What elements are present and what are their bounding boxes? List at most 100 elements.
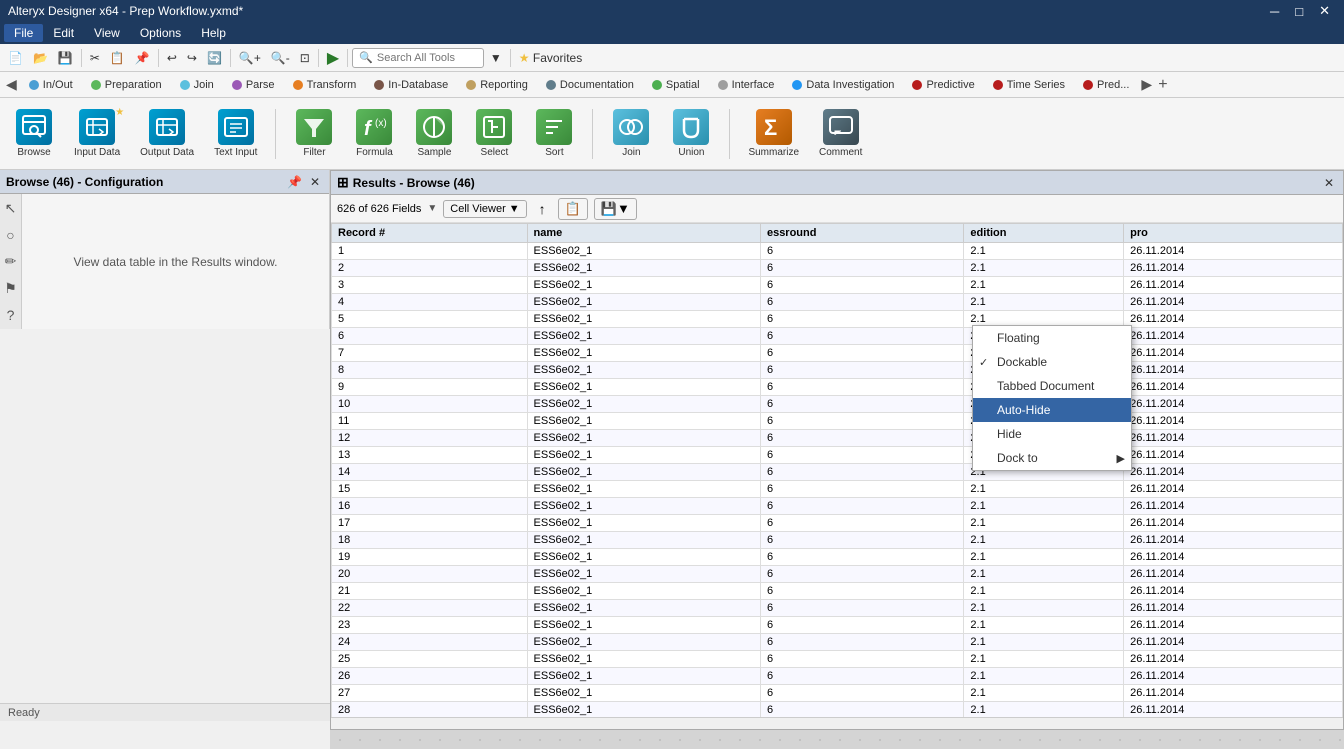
- tool-filter[interactable]: Filter: [288, 105, 340, 162]
- table-row: 14ESS6e02_162.126.11.2014: [332, 464, 1343, 481]
- cat-tab-indatabase[interactable]: In-Database: [366, 77, 456, 93]
- menu-edit[interactable]: Edit: [43, 24, 84, 42]
- open-button[interactable]: 📂: [29, 49, 52, 67]
- menu-options[interactable]: Options: [130, 24, 191, 42]
- tool-join[interactable]: Join: [605, 105, 657, 162]
- cell-r14-c0: 14: [332, 464, 528, 481]
- cat-nav-right[interactable]: ▶: [1139, 74, 1154, 95]
- tool-summarize[interactable]: Σ Summarize: [742, 105, 805, 162]
- tool-formula[interactable]: f(x) Formula: [348, 105, 400, 162]
- undo-button[interactable]: ↩: [163, 49, 181, 67]
- copy-button[interactable]: 📋: [106, 49, 129, 67]
- cell-r13-c4: 26.11.2014: [1124, 447, 1343, 464]
- save-results-button[interactable]: 💾▼: [594, 198, 637, 220]
- circle-icon[interactable]: ○: [4, 225, 16, 245]
- dockable-check: ✓: [979, 356, 988, 369]
- cell-r9-c4: 26.11.2014: [1124, 379, 1343, 396]
- results-close-button[interactable]: ✕: [1321, 176, 1337, 190]
- cell-r10-c0: 10: [332, 396, 528, 413]
- search-dropdown-button[interactable]: ▼: [486, 49, 506, 67]
- cat-tab-interface[interactable]: Interface: [710, 77, 783, 93]
- cat-tab-documentation[interactable]: Documentation: [538, 77, 642, 93]
- ctx-auto-hide[interactable]: Auto-Hide: [973, 398, 1131, 422]
- browse-sidebar: ↖ ○ ✏ ⚑ ?: [0, 194, 22, 329]
- cat-tab-join[interactable]: Join: [172, 77, 222, 93]
- tool-union[interactable]: Union: [665, 105, 717, 162]
- cell-viewer-button[interactable]: Cell Viewer ▼: [443, 200, 526, 218]
- results-header-controls: ✕: [1321, 176, 1337, 190]
- cell-r8-c2: 6: [760, 362, 963, 379]
- cat-tab-pred[interactable]: Pred...: [1075, 77, 1137, 93]
- flag-icon[interactable]: ⚑: [2, 278, 19, 299]
- cell-r26-c1: ESS6e02_1: [527, 668, 760, 685]
- cell-r21-c2: 6: [760, 583, 963, 600]
- run-button[interactable]: ▶: [323, 46, 343, 70]
- cursor-icon[interactable]: ↖: [3, 198, 19, 219]
- pin-button[interactable]: 📌: [284, 175, 305, 189]
- cut-button[interactable]: ✂: [86, 49, 104, 67]
- paste-button[interactable]: 📌: [131, 49, 154, 67]
- tool-output-data[interactable]: Output Data: [134, 105, 200, 162]
- pencil-icon[interactable]: ✏: [3, 251, 19, 272]
- cell-r10-c4: 26.11.2014: [1124, 396, 1343, 413]
- new-button[interactable]: 📄: [4, 49, 27, 67]
- ctx-dock-to[interactable]: Dock to ▶: [973, 446, 1131, 470]
- copy-results-button[interactable]: 📋: [558, 198, 588, 220]
- search-input[interactable]: [377, 52, 477, 64]
- zoom-out-button[interactable]: 🔍-: [267, 49, 294, 67]
- favorites-button[interactable]: ★ Favorites: [515, 49, 586, 67]
- save-button[interactable]: 💾: [54, 49, 77, 67]
- menu-file[interactable]: File: [4, 24, 43, 42]
- star-icon: ★: [519, 51, 530, 65]
- cat-tab-inout[interactable]: In/Out: [21, 77, 81, 93]
- results-h-scrollbar[interactable]: [331, 717, 1343, 729]
- cat-tab-parse[interactable]: Parse: [224, 77, 283, 93]
- cell-r28-c4: 26.11.2014: [1124, 702, 1343, 718]
- tool-browse[interactable]: Browse: [8, 105, 60, 162]
- results-table-wrap[interactable]: Record # name essround edition pro 1ESS6…: [331, 223, 1343, 717]
- cell-r4-c4: 26.11.2014: [1124, 294, 1343, 311]
- restore-button[interactable]: □: [1289, 3, 1309, 19]
- cat-add-button[interactable]: +: [1156, 74, 1169, 96]
- minimize-button[interactable]: ─: [1264, 3, 1285, 19]
- close-button[interactable]: ✕: [1313, 3, 1336, 19]
- question-icon[interactable]: ?: [5, 305, 17, 325]
- cat-tab-timeseries[interactable]: Time Series: [985, 77, 1073, 93]
- cat-tab-preparation[interactable]: Preparation: [83, 77, 170, 93]
- cat-tab-spatial[interactable]: Spatial: [644, 77, 708, 93]
- ctx-tabbed-document[interactable]: Tabbed Document: [973, 374, 1131, 398]
- browse-content-area: View data table in the Results window.: [22, 194, 329, 329]
- menu-bar: File Edit View Options Help: [0, 22, 1344, 44]
- cell-r21-c0: 21: [332, 583, 528, 600]
- menu-help[interactable]: Help: [191, 24, 236, 42]
- ctx-hide[interactable]: Hide: [973, 422, 1131, 446]
- sample-icon: [416, 109, 452, 145]
- cell-r4-c1: ESS6e02_1: [527, 294, 760, 311]
- category-bar: ◀ In/Out Preparation Join Parse Transfor…: [0, 72, 1344, 98]
- cell-r17-c2: 6: [760, 515, 963, 532]
- tool-text-input[interactable]: Text Input: [208, 105, 263, 162]
- scroll-top-button[interactable]: ↑: [533, 199, 552, 219]
- cell-r1-c4: 26.11.2014: [1124, 243, 1343, 260]
- zoom-in-button[interactable]: 🔍+: [235, 49, 265, 67]
- cell-r26-c0: 26: [332, 668, 528, 685]
- close-browse-config-button[interactable]: ✕: [307, 175, 323, 189]
- cat-nav-left[interactable]: ◀: [4, 74, 19, 95]
- cat-tab-predictive[interactable]: Predictive: [904, 77, 982, 93]
- cat-tab-datainvestigation[interactable]: Data Investigation: [784, 77, 902, 93]
- title-bar: Alteryx Designer x64 - Prep Workflow.yxm…: [0, 0, 1344, 22]
- cat-tab-transform[interactable]: Transform: [285, 77, 365, 93]
- tool-sample[interactable]: Sample: [408, 105, 460, 162]
- ctx-dockable[interactable]: ✓ Dockable: [973, 350, 1131, 374]
- menu-view[interactable]: View: [84, 24, 130, 42]
- cell-r7-c0: 7: [332, 345, 528, 362]
- tool-comment[interactable]: Comment: [813, 105, 868, 162]
- tool-sort[interactable]: Sort: [528, 105, 580, 162]
- fit-button[interactable]: ⊡: [296, 49, 314, 67]
- tool-input-data[interactable]: ★ Input Data: [68, 105, 126, 162]
- tool-select[interactable]: Select: [468, 105, 520, 162]
- refresh-button[interactable]: 🔄: [203, 49, 226, 67]
- redo-button[interactable]: ↪: [183, 49, 201, 67]
- ctx-floating[interactable]: Floating: [973, 326, 1131, 350]
- cat-tab-reporting[interactable]: Reporting: [458, 77, 536, 93]
